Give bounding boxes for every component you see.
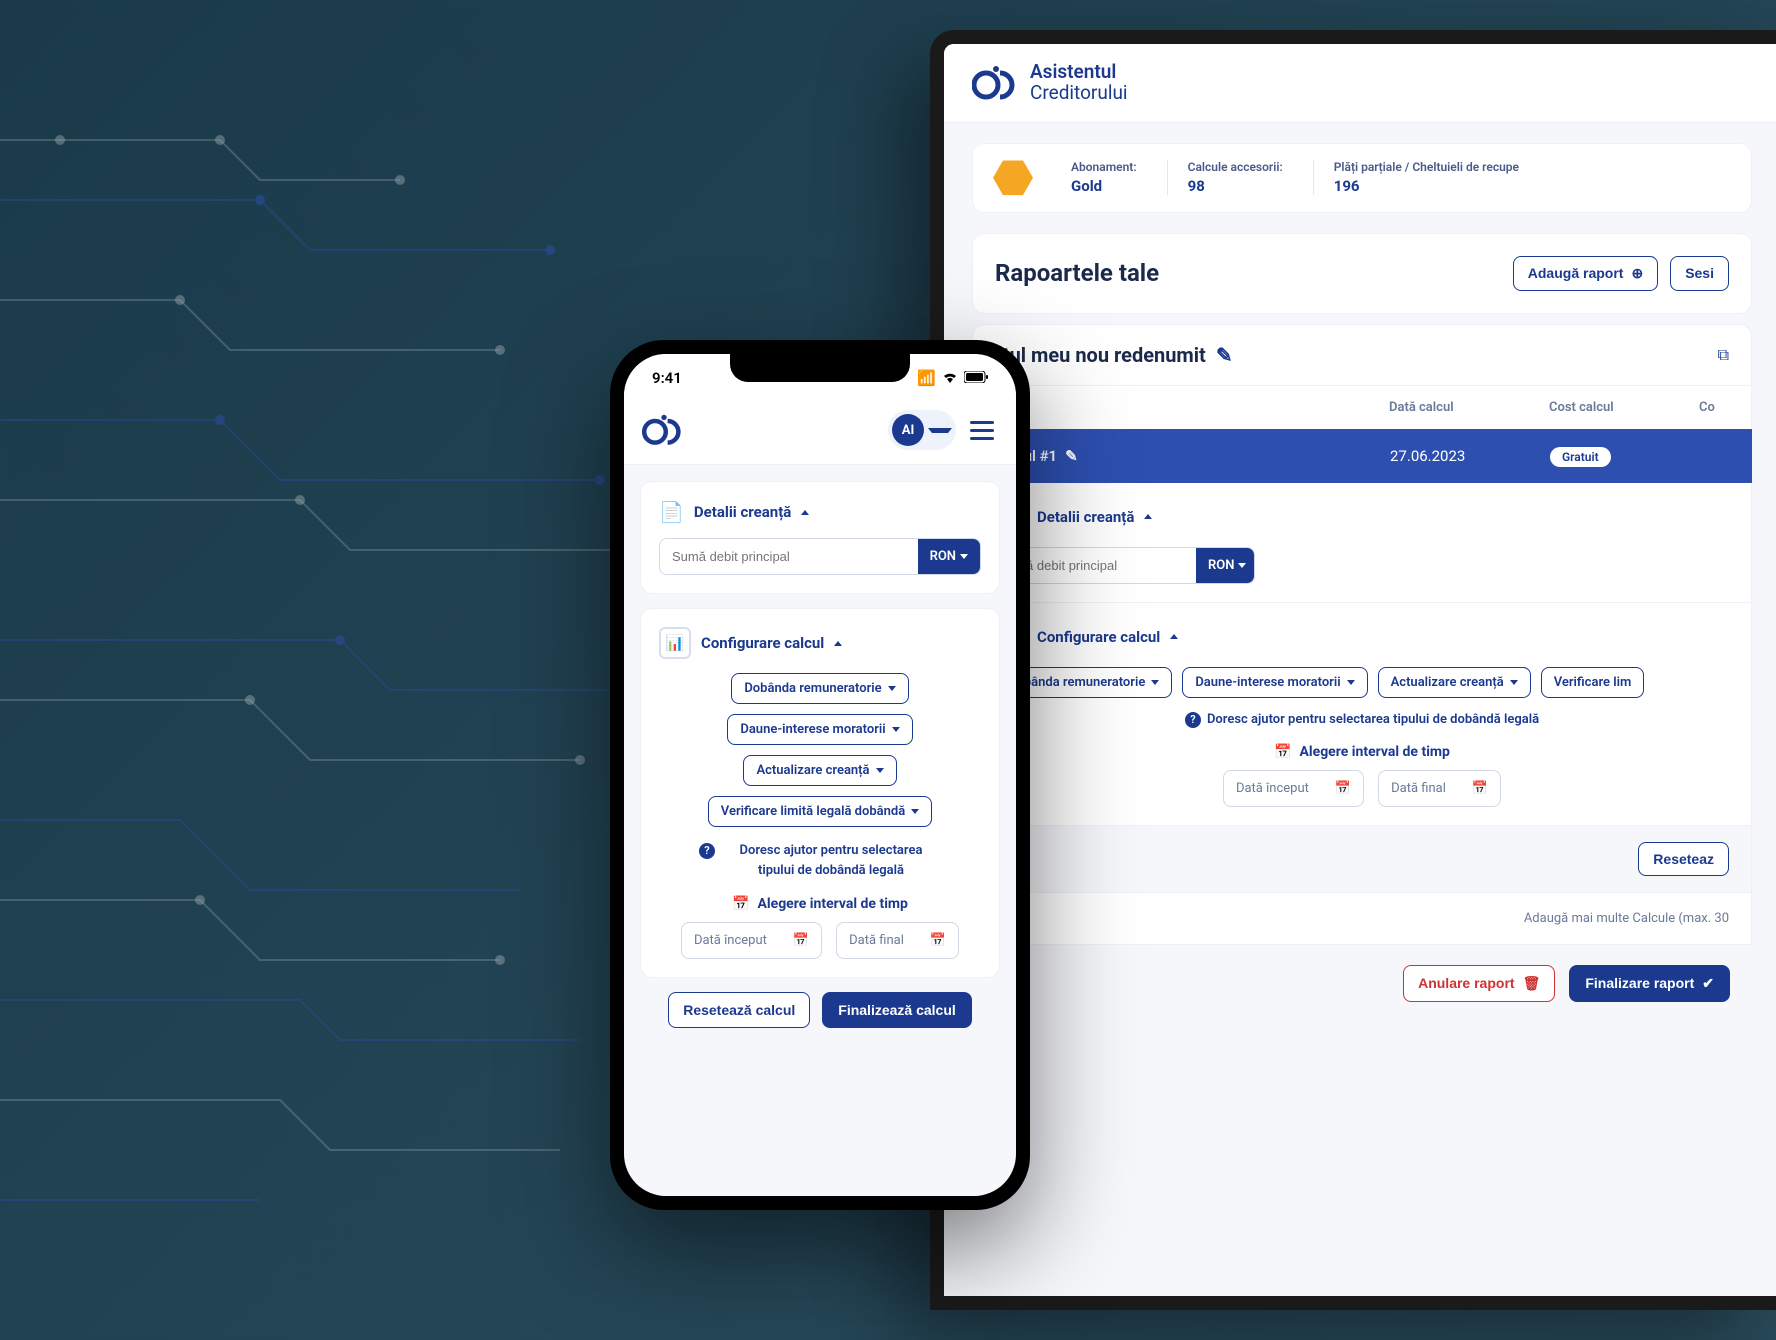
calendar-check-icon: 📅	[732, 896, 749, 912]
cancel-report-button[interactable]: Anulare raport 🗑	[1403, 965, 1555, 1002]
chevron-down-icon	[888, 686, 896, 691]
add-more-text: Adaugă mai multe Calcule (max. 30	[972, 893, 1752, 945]
chevron-down-icon	[911, 809, 919, 814]
help-text[interactable]: Doresc ajutor pentru selectarea tipului …	[721, 841, 941, 880]
check-icon: ✔	[1702, 975, 1714, 992]
desktop-screen: Asistentul Creditorului Abonament: Gold …	[930, 30, 1776, 1310]
document-icon: 📄	[659, 500, 684, 524]
help-icon: ?	[699, 843, 715, 859]
amount-input-group: RON	[659, 538, 981, 575]
plan-hexagon-icon	[993, 158, 1033, 198]
reset-calc-button[interactable]: Resetează calcul	[668, 992, 810, 1028]
chip-actualizare[interactable]: Actualizare creanță	[743, 755, 896, 786]
config-title: Configurare calcul	[701, 634, 824, 652]
help-icon: ?	[1185, 712, 1201, 728]
chevron-down-icon	[1347, 680, 1355, 685]
logo-icon	[972, 63, 1020, 103]
date-end-input[interactable]: Dată final 📅	[1378, 770, 1501, 807]
battery-icon	[964, 369, 988, 387]
brand-line1: Asistentul	[1030, 62, 1128, 83]
edit-icon[interactable]: ✎	[1216, 343, 1233, 367]
finalize-calc-button[interactable]: Finalizează calcul	[822, 992, 972, 1028]
amount-input-group: RON	[995, 547, 1255, 584]
reports-title: Rapoartele tale	[995, 259, 1159, 287]
abonament-label: Abonament:	[1071, 160, 1137, 174]
currency-select[interactable]: RON	[918, 539, 980, 574]
chevron-down-icon	[928, 428, 952, 433]
table-header: Dată calcul Cost calcul Co	[972, 385, 1752, 429]
copy-icon[interactable]: ⧉	[1718, 345, 1729, 365]
date-start-input[interactable]: Dată început 📅	[1223, 770, 1364, 807]
desktop-header: Asistentul Creditorului	[944, 44, 1776, 123]
col-co: Co	[1699, 400, 1729, 415]
report-title-row: rtul meu nou redenumit ✎ ⧉	[972, 324, 1752, 385]
row-cost-badge: Gratuit	[1550, 447, 1611, 467]
chevron-down-icon	[876, 768, 884, 773]
chevron-up-icon[interactable]	[1170, 634, 1178, 639]
chip-verificare[interactable]: Verificare lim	[1541, 667, 1645, 698]
finalize-report-button[interactable]: Finalizare raport ✔	[1569, 965, 1730, 1002]
col-cost: Cost calcul	[1549, 400, 1659, 415]
status-time: 9:41	[652, 369, 682, 387]
chip-dobanda-remuneratorie[interactable]: Dobânda remuneratorie	[731, 673, 908, 704]
amount-input[interactable]	[660, 539, 918, 574]
interval-title: Alegere interval de timp	[1300, 744, 1450, 760]
calcule-value: 98	[1188, 177, 1283, 195]
chip-daune-interese[interactable]: Daune-interese moratorii	[727, 714, 912, 745]
interval-title: Alegere interval de timp	[758, 896, 908, 912]
date-end-input[interactable]: Dată final 📅	[836, 922, 959, 959]
calendar-icon: 📅	[1472, 781, 1488, 796]
calendar-check-icon: 📅	[1274, 744, 1291, 760]
menu-button[interactable]	[966, 417, 998, 444]
chevron-up-icon[interactable]	[834, 641, 842, 646]
trash-icon: 🗑	[1523, 975, 1541, 992]
plus-circle-icon: ⊕	[1631, 265, 1643, 282]
calendar-icon: 📅	[930, 933, 946, 948]
plati-value: 196	[1334, 177, 1519, 195]
currency-select[interactable]: RON	[1196, 548, 1255, 583]
config-title: Configurare calcul	[1037, 628, 1160, 646]
chevron-down-icon	[1238, 563, 1246, 568]
stats-bar: Abonament: Gold Calcule accesorii: 98 Pl…	[972, 143, 1752, 213]
ai-toggle[interactable]: AI	[888, 410, 956, 450]
chip-verificare[interactable]: Verificare limită legală dobândă	[708, 796, 932, 827]
row-date: 27.06.2023	[1390, 447, 1510, 465]
chevron-down-icon	[892, 727, 900, 732]
wifi-icon	[942, 369, 958, 387]
reset-calc-button[interactable]: Reseteaz	[1638, 842, 1729, 876]
phone-screen: 9:41 📶 AI	[610, 340, 1030, 1210]
chip-daune-interese[interactable]: Daune-interese moratorii	[1182, 667, 1367, 698]
chip-actualizare[interactable]: Actualizare creanță	[1378, 667, 1531, 698]
chevron-up-icon[interactable]	[801, 510, 809, 515]
table-row[interactable]: Calcul #1 ✎ 27.06.2023 Gratuit	[972, 429, 1752, 483]
brand-line2: Creditorului	[1030, 83, 1128, 104]
help-text[interactable]: Doresc ajutor pentru selectarea tipului …	[1207, 712, 1539, 727]
logo-icon[interactable]	[642, 412, 686, 448]
abonament-value: Gold	[1071, 177, 1137, 195]
phone-header: AI	[624, 402, 1016, 465]
plati-label: Plăți parțiale / Cheltuieli de recupe	[1334, 160, 1519, 174]
calendar-icon: 📅	[793, 933, 809, 948]
chevron-down-icon	[1151, 680, 1159, 685]
edit-icon[interactable]: ✎	[1065, 447, 1078, 465]
calcule-label: Calcule accesorii:	[1188, 160, 1283, 174]
chevron-down-icon	[960, 554, 968, 559]
date-start-input[interactable]: Dată început 📅	[681, 922, 822, 959]
chevron-up-icon[interactable]	[1144, 514, 1152, 519]
col-data: Dată calcul	[1389, 400, 1509, 415]
ai-pill: AI	[892, 414, 924, 446]
calendar-icon: 📅	[1335, 781, 1351, 796]
report-name: rtul meu nou redenumit	[995, 343, 1206, 367]
logo[interactable]: Asistentul Creditorului	[972, 62, 1128, 104]
detail-title: Detalii creanță	[1037, 508, 1134, 526]
chevron-down-icon	[1510, 680, 1518, 685]
signal-icon: 📶	[917, 369, 936, 387]
chart-icon: 📊	[659, 627, 691, 659]
sesi-button[interactable]: Sesi	[1670, 256, 1729, 291]
detail-title: Detalii creanță	[694, 503, 791, 521]
add-report-button[interactable]: Adaugă raport ⊕	[1513, 256, 1658, 291]
